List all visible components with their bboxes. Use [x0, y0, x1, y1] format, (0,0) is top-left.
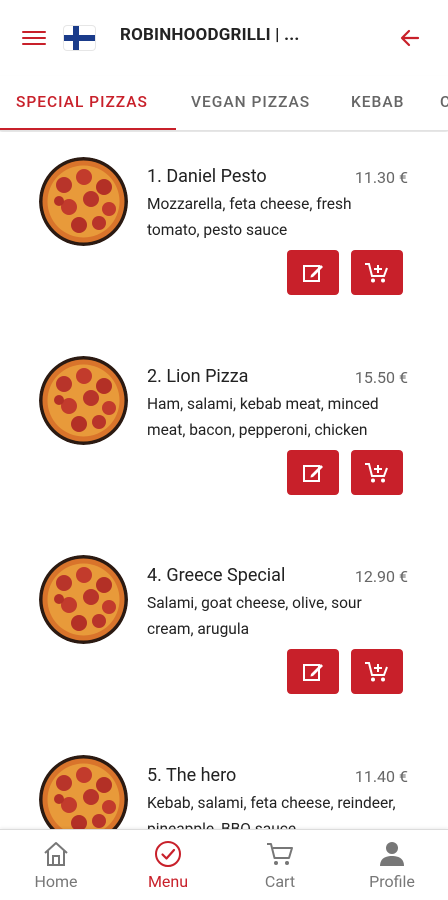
add-to-cart-icon [365, 661, 388, 681]
check-circle-icon [153, 839, 183, 869]
nav-home[interactable]: Home [0, 830, 112, 900]
edit-item-button[interactable] [287, 250, 339, 295]
nav-menu[interactable]: Menu [112, 830, 224, 900]
list-item: 5. The hero 11.40 € Kebab, salami, feta … [0, 731, 448, 829]
item-description: Kebab, salami, feta cheese, reindeer, pi… [147, 794, 396, 829]
nav-cart[interactable]: Cart [224, 830, 336, 900]
product-list[interactable]: 1. Daniel Pesto 11.30 € Mozzarella, feta… [0, 132, 448, 829]
app-header: ROBINHOODGRILLI | ... [0, 0, 448, 76]
item-description: Ham, salami, kebab meat, minced meat, ba… [147, 395, 379, 439]
list-item: 4. Greece Special 12.90 € Salami, goat c… [0, 531, 448, 731]
add-to-cart-button[interactable] [351, 450, 403, 495]
item-description: Mozzarella, feta cheese, fresh tomato, p… [147, 195, 352, 239]
hamburger-menu-icon[interactable] [22, 27, 46, 49]
nav-label: Profile [369, 872, 415, 891]
item-description: Salami, goat cheese, olive, sour cream, … [147, 594, 362, 638]
pizza-image [39, 755, 128, 829]
item-name: 2. Lion Pizza [147, 366, 249, 387]
list-item: 1. Daniel Pesto 11.30 € Mozzarella, feta… [0, 132, 448, 332]
pizza-image [39, 157, 128, 246]
add-to-cart-button[interactable] [351, 250, 403, 295]
category-tabs: SPECIAL PIZZAS VEGAN PIZZAS KEBAB C [0, 76, 448, 131]
bottom-navigation: Home Menu Cart Profile [0, 829, 448, 900]
add-to-cart-button[interactable] [351, 649, 403, 694]
tab-next-category[interactable]: C [440, 93, 448, 111]
item-price: 12.90 € [354, 567, 408, 586]
edit-icon [303, 663, 323, 681]
person-icon [377, 839, 407, 869]
item-price: 11.40 € [354, 767, 408, 786]
arrow-left-icon[interactable] [398, 26, 422, 50]
tab-special-pizzas[interactable]: SPECIAL PIZZAS [16, 93, 148, 111]
item-price: 15.50 € [354, 368, 408, 387]
item-name: 1. Daniel Pesto [147, 166, 267, 187]
nav-label: Menu [147, 872, 189, 891]
finland-flag-icon[interactable] [64, 26, 95, 50]
add-to-cart-icon [365, 262, 388, 282]
edit-item-button[interactable] [287, 450, 339, 495]
active-tab-indicator [0, 128, 176, 130]
add-to-cart-icon [365, 462, 388, 482]
item-price: 11.30 € [354, 168, 408, 187]
tab-vegan-pizzas[interactable]: VEGAN PIZZAS [191, 93, 310, 111]
edit-icon [303, 464, 323, 482]
item-name: 4. Greece Special [147, 565, 286, 586]
pizza-image [39, 555, 128, 644]
restaurant-title: ROBINHOODGRILLI | ... [120, 25, 300, 45]
nav-label: Home [34, 872, 78, 891]
home-icon [41, 839, 71, 869]
nav-profile[interactable]: Profile [336, 830, 448, 900]
edit-icon [303, 264, 323, 282]
tab-kebab[interactable]: KEBAB [351, 93, 404, 111]
item-name: 5. The hero [147, 765, 237, 786]
nav-label: Cart [264, 872, 296, 891]
cart-icon [265, 839, 295, 869]
edit-item-button[interactable] [287, 649, 339, 694]
list-item: 2. Lion Pizza 15.50 € Ham, salami, kebab… [0, 332, 448, 532]
pizza-image [39, 356, 128, 445]
